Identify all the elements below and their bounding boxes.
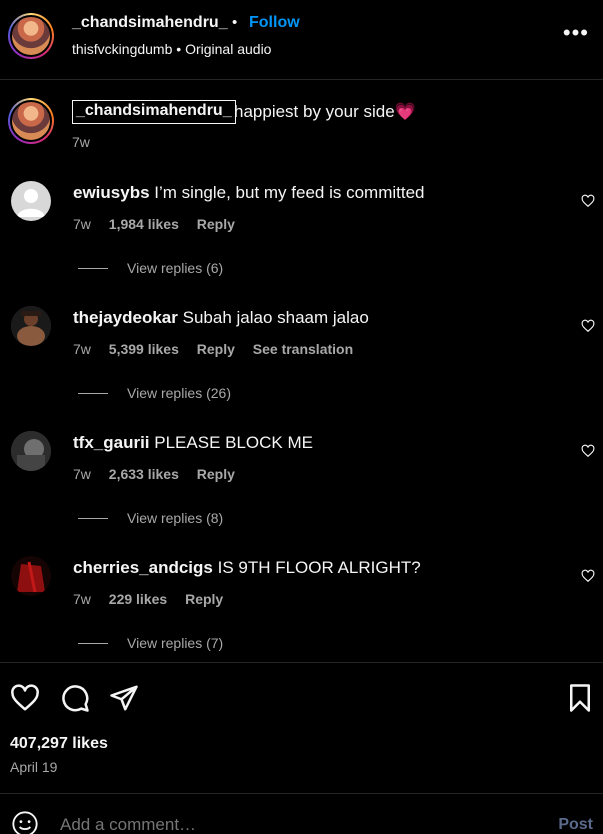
caption-avatar[interactable] <box>8 98 54 144</box>
comment-avatar[interactable] <box>11 431 51 471</box>
comment-avatar[interactable] <box>11 556 51 596</box>
audio-separator: • <box>176 41 182 57</box>
comment-text-line: cherries_andcigs IS 9TH FLOOR ALRIGHT? <box>73 558 421 578</box>
caption-text: happiest by your side💗 <box>234 102 416 122</box>
reply-button[interactable]: Reply <box>185 591 223 607</box>
post-header: _chandsimahendru_ • Follow thisfvckingdu… <box>0 0 603 80</box>
comment-time: 7w <box>73 591 91 607</box>
comment-like-icon[interactable] <box>581 194 595 208</box>
author-username[interactable]: _chandsimahendru_ <box>72 14 228 32</box>
replies-divider <box>78 642 108 644</box>
comment-likes[interactable]: 229 likes <box>109 591 167 607</box>
comment-text: PLEASE BLOCK ME <box>154 433 313 452</box>
comment-avatar[interactable] <box>11 306 51 346</box>
post-actions: 407,297 likes April 19 <box>0 662 603 792</box>
comment-meta: 7w 229 likes Reply <box>73 591 237 607</box>
comment-text: Subah jalao shaam jalao <box>182 308 369 327</box>
replies-divider <box>78 517 108 519</box>
comment-meta: 7w 1,984 likes Reply <box>73 216 249 232</box>
post-date: April 19 <box>10 759 58 775</box>
reply-button[interactable]: Reply <box>197 341 235 357</box>
caption-timestamp: 7w <box>72 134 90 150</box>
audio-info[interactable]: thisfvckingdumb • Original audio <box>72 41 271 57</box>
comment-time: 7w <box>73 216 91 232</box>
caption-body: happiest by your side <box>234 102 395 121</box>
view-replies-label[interactable]: View replies (6) <box>127 260 223 276</box>
emoji-icon[interactable] <box>11 810 39 834</box>
comment-time: 7w <box>73 341 91 357</box>
reply-button[interactable]: Reply <box>197 216 235 232</box>
comment-text: IS 9TH FLOOR ALRIGHT? <box>217 558 421 577</box>
view-replies-button[interactable]: View replies (8) <box>78 510 223 526</box>
comment-likes[interactable]: 1,984 likes <box>109 216 179 232</box>
follow-button[interactable]: Follow <box>249 14 300 32</box>
comment-icon[interactable] <box>60 683 90 713</box>
heart-icon[interactable] <box>10 683 40 713</box>
audio-label[interactable]: Original audio <box>185 41 271 57</box>
add-comment-input[interactable] <box>60 815 500 834</box>
comment-avatar[interactable] <box>11 181 51 221</box>
see-translation-button[interactable]: See translation <box>253 341 353 357</box>
comment-text-line: thejaydeokar Subah jalao shaam jalao <box>73 308 369 328</box>
comment-text: I’m single, but my feed is committed <box>154 183 425 202</box>
comment-username[interactable]: ewiusybs <box>73 183 150 202</box>
comment-text-line: ewiusybs I’m single, but my feed is comm… <box>73 183 425 203</box>
replies-divider <box>78 267 108 269</box>
comment-text-line: tfx_gaurii PLEASE BLOCK ME <box>73 433 313 453</box>
share-icon[interactable] <box>109 683 139 713</box>
view-replies-button[interactable]: View replies (26) <box>78 385 231 401</box>
add-comment-bar: Post <box>0 793 603 834</box>
reply-button[interactable]: Reply <box>197 466 235 482</box>
comment-like-icon[interactable] <box>581 569 595 583</box>
more-options-icon[interactable]: ••• <box>563 20 589 46</box>
post-comment-button[interactable]: Post <box>558 816 593 834</box>
view-replies-label[interactable]: View replies (26) <box>127 385 231 401</box>
comment-username[interactable]: thejaydeokar <box>73 308 178 327</box>
comment-time: 7w <box>73 466 91 482</box>
comment-like-icon[interactable] <box>581 319 595 333</box>
comment-username[interactable]: cherries_andcigs <box>73 558 213 577</box>
view-replies-button[interactable]: View replies (7) <box>78 635 223 651</box>
comment-meta: 7w 5,399 likes Reply See translation <box>73 341 367 357</box>
comment-likes[interactable]: 5,399 likes <box>109 341 179 357</box>
comment-like-icon[interactable] <box>581 444 595 458</box>
audio-author[interactable]: thisfvckingdumb <box>72 41 172 57</box>
replies-divider <box>78 392 108 394</box>
comment-username[interactable]: tfx_gaurii <box>73 433 150 452</box>
bookmark-icon[interactable] <box>565 683 595 713</box>
view-replies-label[interactable]: View replies (8) <box>127 510 223 526</box>
view-replies-label[interactable]: View replies (7) <box>127 635 223 651</box>
pink-heart-emoji: 💗 <box>394 102 416 121</box>
caption-username[interactable]: _chandsimahendru_ <box>72 100 236 124</box>
view-replies-button[interactable]: View replies (6) <box>78 260 223 276</box>
header-separator: • <box>232 14 238 31</box>
author-avatar[interactable] <box>8 13 54 59</box>
post-likes-count[interactable]: 407,297 likes <box>10 735 108 753</box>
comment-likes[interactable]: 2,633 likes <box>109 466 179 482</box>
comment-meta: 7w 2,633 likes Reply <box>73 466 249 482</box>
